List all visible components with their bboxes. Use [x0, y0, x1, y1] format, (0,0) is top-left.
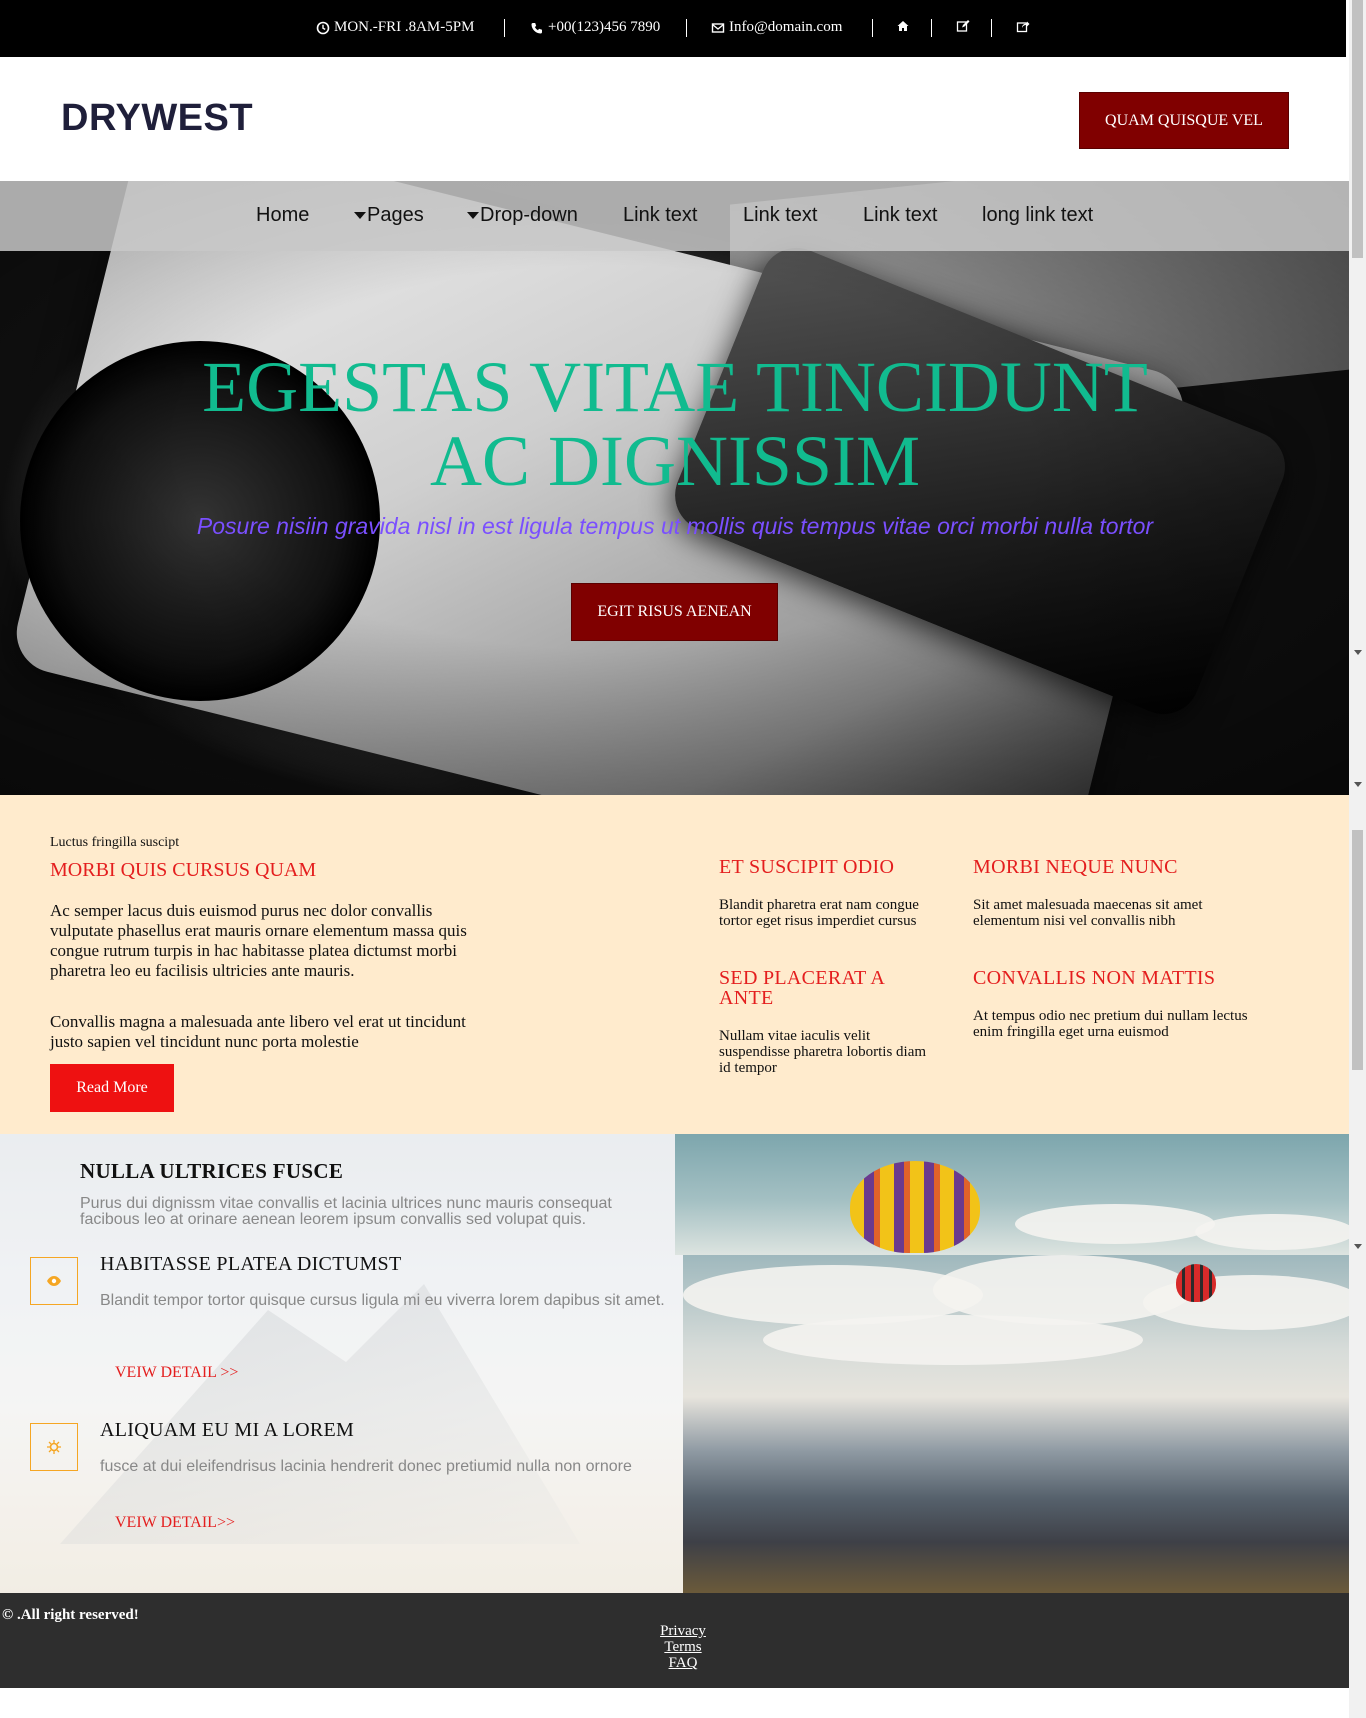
site-logo[interactable]: DRYWEST — [61, 97, 253, 140]
eye-icon — [47, 1276, 61, 1286]
features-paragraph-1: Ac semper lacus duis euismod purus nec d… — [50, 901, 467, 980]
features-kicker: Luctus fringilla suscipt — [50, 835, 180, 850]
header-cta-button[interactable]: QUAM QUISQUE VEL — [1079, 92, 1289, 149]
caret-down-icon — [354, 212, 366, 220]
view-detail-link[interactable]: VEIW DETAIL>> — [115, 1514, 235, 1532]
nav-item-pages[interactable]: Pages — [354, 204, 424, 227]
footer-link-faq[interactable]: FAQ — [0, 1655, 1366, 1671]
read-more-button[interactable]: Read More — [50, 1064, 174, 1112]
service-title: HABITASSE PLATEA DICTUMST — [100, 1253, 402, 1275]
caret-down-icon — [467, 212, 479, 220]
site-footer: © .All right reserved! Privacy Terms FAQ — [0, 1593, 1349, 1688]
phone-item[interactable]: +00(123)456 7890 — [530, 19, 660, 36]
service-text: Blandit tempor tortor quisque cursus lig… — [100, 1292, 665, 1309]
nav-item-long-link[interactable]: long link text — [982, 204, 1093, 227]
feature-text: Sit amet malesuada maecenas sit amet ele… — [973, 897, 1203, 929]
balloon-small — [1176, 1264, 1216, 1302]
copyright-text: © .All right reserved! — [2, 1607, 139, 1623]
service-icon-box — [30, 1423, 78, 1471]
edit-icon — [956, 20, 970, 32]
hours-text: MON.-FRI .8AM-5PM — [334, 19, 475, 35]
feature-text: At tempus odio nec pretium dui nullam le… — [973, 1008, 1248, 1040]
edit-link[interactable] — [956, 19, 970, 33]
feature-text: Blandit pharetra erat nam congue tortor … — [719, 897, 919, 929]
feature-title: SED PLACERAT A ANTE — [719, 967, 884, 1009]
divider — [931, 19, 932, 37]
phone-icon — [531, 22, 542, 33]
service-title: ALIQUAM EU MI A LOREM — [100, 1419, 355, 1441]
share-icon — [1016, 21, 1030, 33]
view-detail-link[interactable]: VEIW DETAIL >> — [115, 1364, 238, 1382]
scroll-down-arrow-icon[interactable] — [1354, 782, 1362, 787]
services-section: NULLA ULTRICES FUSCE Purus dui dignissm … — [0, 1134, 1349, 1593]
email-text: Info@domain.com — [729, 19, 843, 35]
divider — [504, 19, 505, 37]
nav-item-link-1[interactable]: Link text — [623, 204, 697, 227]
scrollbar-thumb[interactable] — [1352, 830, 1363, 1070]
feature-text: Nullam vitae iaculis velit suspendisse p… — [719, 1028, 927, 1076]
nav-item-link-3[interactable]: Link text — [863, 204, 937, 227]
share-link[interactable] — [1016, 19, 1030, 33]
scroll-down-arrow-icon[interactable] — [1354, 1244, 1362, 1249]
site-header: DRYWEST QUAM QUISQUE VEL — [0, 57, 1346, 181]
home-icon — [897, 21, 909, 31]
email-item[interactable]: Info@domain.com — [711, 19, 842, 36]
features-paragraph-2: Convallis magna a malesuada ante libero … — [50, 1012, 466, 1051]
hero-subtitle: Posure nisiin gravida nisl in est ligula… — [196, 513, 1154, 539]
envelope-icon — [711, 22, 725, 33]
scroll-down-arrow-icon[interactable] — [1354, 650, 1362, 655]
divider — [872, 19, 873, 37]
clock-icon — [316, 21, 330, 34]
footer-link-privacy[interactable]: Privacy — [0, 1623, 1366, 1639]
nav-item-dropdown[interactable]: Drop-down — [467, 204, 578, 227]
balloon-large — [850, 1161, 980, 1253]
features-section: Luctus fringilla suscipt MORBI QUIS CURS… — [0, 795, 1349, 1134]
hero-cta-button[interactable]: EGIT RISUS AENEAN — [571, 583, 778, 641]
features-heading: MORBI QUIS CURSUS QUAM — [50, 859, 317, 881]
balloon-landscape-image — [683, 1255, 1349, 1593]
feature-title: MORBI NEQUE NUNC — [973, 856, 1178, 878]
footer-link-terms[interactable]: Terms — [0, 1639, 1366, 1655]
sun-icon — [47, 1440, 61, 1454]
services-title: NULLA ULTRICES FUSCE — [80, 1159, 344, 1183]
divider — [991, 19, 992, 37]
nav-item-link-2[interactable]: Link text — [743, 204, 817, 227]
page-scrollbar[interactable] — [1349, 0, 1366, 1718]
feature-title: ET SUSCIPIT ODIO — [719, 856, 895, 878]
hero-title: EGESTAS VITAE TINCIDUNT AC DIGNISSIM — [202, 347, 1148, 501]
main-nav: Home Pages Drop-down Link text Link text… — [0, 181, 1349, 251]
divider — [686, 19, 687, 37]
feature-title: CONVALLIS NON MATTIS — [973, 967, 1216, 989]
services-description: Purus dui dignissm vitae convallis et la… — [80, 1195, 612, 1228]
nav-item-home[interactable]: Home — [256, 204, 309, 227]
hours-item: MON.-FRI .8AM-5PM — [316, 19, 474, 36]
footer-links: Privacy Terms FAQ — [0, 1623, 1366, 1671]
scrollbar-thumb[interactable] — [1352, 0, 1363, 258]
service-text: fusce at dui eleifendrisus lacinia hendr… — [100, 1458, 632, 1475]
top-info-bar: MON.-FRI .8AM-5PM +00(123)456 7890 Info@… — [0, 0, 1346, 57]
balloon-image-top — [675, 1134, 1349, 1255]
home-link[interactable] — [896, 19, 910, 33]
service-icon-box — [30, 1257, 78, 1305]
phone-text: +00(123)456 7890 — [548, 19, 661, 35]
